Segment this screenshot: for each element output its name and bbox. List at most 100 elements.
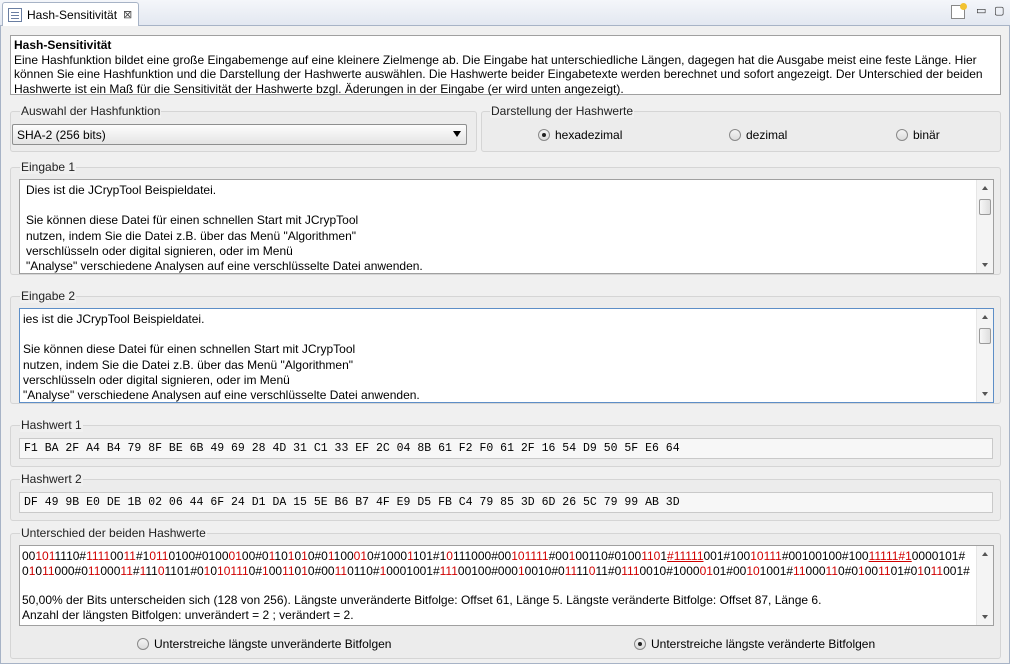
changed-bits: 11 [878,564,891,578]
unchanged-bits: 000 [805,564,826,578]
radio-indicator [538,129,550,141]
radio-label: Unterstreiche längste unveränderte Bitfo… [154,637,392,651]
unchanged-bits: 00 [864,564,879,578]
hash-function-group: Auswahl der Hashfunktion SHA-2 (256 bits… [10,104,477,152]
tab-hash-sensitivity[interactable]: Hash-Sensitivität ⊠ [2,2,139,26]
unchanged-bits: 0# [248,564,263,578]
unchanged-bits: 0010#1000 [639,564,700,578]
unchanged-bits: 000 [100,564,121,578]
unchanged-bits: 00 [22,549,36,563]
description-text: Eine Hashfunktion bildet eine große Eing… [14,52,983,96]
changed-bits: 01 [228,549,242,563]
radio-label: dezimal [746,128,788,142]
hash2-group: Hashwert 2 DF 49 9B E0 DE 1B 02 06 44 6F… [10,472,1001,521]
scroll-up-icon[interactable] [982,552,988,556]
difference-scrollbar[interactable] [976,546,993,625]
hash-function-value: SHA-2 (256 bits) [17,127,106,142]
changed-bits: 01 [353,549,368,563]
input1-textarea[interactable]: Dies ist die JCrypTool Beispieldatei. Si… [19,179,994,274]
input1-text: Dies ist die JCrypTool Beispieldatei. Si… [26,183,423,274]
unchanged-bits: 1110# [54,549,87,563]
changed-bits: 11 [825,564,839,578]
changed-bits: 111 [763,549,782,563]
input2-text: ies ist die JCrypTool Beispieldatei. Sie… [23,312,420,403]
representation-legend: Darstellung der Hashwerte [490,104,635,118]
maximize-icon[interactable]: ▢ [994,4,1004,17]
changed-bits: 10 [746,564,760,578]
changed-bits: 110 [641,549,661,563]
radio-hexadecimal[interactable]: hexadezimal [538,128,622,142]
unchanged-bits: 1001# [759,564,794,578]
unchanged-bits: 11 [145,564,158,578]
unchanged-bits: 0 [22,564,29,578]
hash1-value[interactable]: F1 BA 2F A4 B4 79 8F BE 6B 49 69 28 4D 3… [19,438,993,459]
unchanged-bits: 10 [274,549,288,563]
sync-icon[interactable] [951,3,967,19]
input1-group: Eingabe 1 Dies ist die JCrypTool Beispie… [10,160,1001,275]
unchanged-bits: 01#00 [712,564,747,578]
radio-underline-changed[interactable]: Unterstreiche längste veränderte Bitfolg… [634,637,875,651]
hash2-value[interactable]: DF 49 9B E0 DE 1B 02 06 44 6F 24 D1 DA 1… [19,492,993,513]
difference-textarea[interactable]: 001011110#11110011#10110100#01000100#011… [19,545,994,626]
unchanged-bits: 001#100 [703,549,751,563]
scroll-down-icon[interactable] [982,615,988,619]
close-icon[interactable]: ⊠ [123,8,132,21]
scroll-up-icon[interactable] [982,186,988,190]
radio-indicator [729,129,741,141]
changed-bits: 11 [120,564,133,578]
unchanged-bits: #00100100#100 [781,549,869,563]
unchanged-bits: 0#0 [307,549,328,563]
unchanged-bits: 000#0 [54,564,88,578]
input1-scrollbar[interactable] [976,180,993,273]
radio-underline-unchanged[interactable]: Unterstreiche längste unveränderte Bitfo… [137,637,391,651]
tab-title: Hash-Sensitivität [27,7,118,22]
difference-bits-line1: 001011110#11110011#10110100#01000100#011… [22,549,965,563]
scroll-down-icon[interactable] [982,392,988,396]
radio-indicator [137,638,149,650]
unchanged-bits: 0#00 [307,564,335,578]
changed-bits: 11 [930,564,944,578]
minimize-icon[interactable]: ▭ [976,4,986,17]
unchanged-bits: 00 [110,549,124,563]
changed-bits: 0 [157,564,165,578]
unchanged-bits: 0#0 [838,564,859,578]
input2-scrollbar[interactable] [976,309,993,402]
changed-bits: 111 [621,564,640,578]
changed-bits: 11 [334,564,348,578]
hash2-legend: Hashwert 2 [20,472,83,486]
scroll-down-icon[interactable] [982,263,988,267]
changed-bits: 111 [439,564,458,578]
scroll-thumb[interactable] [979,328,991,344]
scroll-up-icon[interactable] [982,315,988,319]
unchanged-bits: 0100#0100 [168,549,229,563]
description-box: Hash-Sensitivität Eine Hashfunktion bild… [10,35,1001,96]
changed-bits: 11 [42,564,55,578]
hash-function-legend: Auswahl der Hashfunktion [20,104,162,118]
changed-bits: 011 [149,549,169,563]
scroll-thumb[interactable] [979,199,991,215]
input2-textarea[interactable]: ies ist die JCrypTool Beispieldatei. Sie… [19,308,994,403]
changed-bits: 11 [282,564,295,578]
unchanged-bits: #00 [548,549,569,563]
changed-bits: 0 [446,549,453,563]
radio-binary[interactable]: binär [896,128,940,142]
changed-bits: 1 [301,549,308,563]
unchanged-bits: 101#1 [412,549,447,563]
view-tab-bar: Hash-Sensitivität ⊠ ▭ ▢ [0,0,1010,26]
unchanged-bits: 00100#000 [457,564,518,578]
unchanged-bits: 01#0 [890,564,918,578]
radio-decimal[interactable]: dezimal [729,128,787,142]
hash1-legend: Hashwert 1 [20,418,83,432]
input2-group: Eingabe 2 ies ist die JCrypTool Beispiel… [10,289,1001,404]
changed-bits: 01 [699,564,713,578]
changed-bits: #11111 [667,549,704,563]
unchanged-bits: 001# [943,564,970,578]
difference-summary2: Anzahl der längsten Bitfolgen: unverände… [22,608,354,622]
view-content: Hash-Sensitivität Eine Hashfunktion bild… [0,26,1010,664]
changed-bits: 1111 [86,549,111,563]
changed-bits: 11 [564,564,577,578]
unchanged-bits: # [132,564,140,578]
changed-bits: 11 [123,549,136,563]
unchanged-bits: 00 [268,564,283,578]
hash-function-select[interactable]: SHA-2 (256 bits) [12,124,467,145]
